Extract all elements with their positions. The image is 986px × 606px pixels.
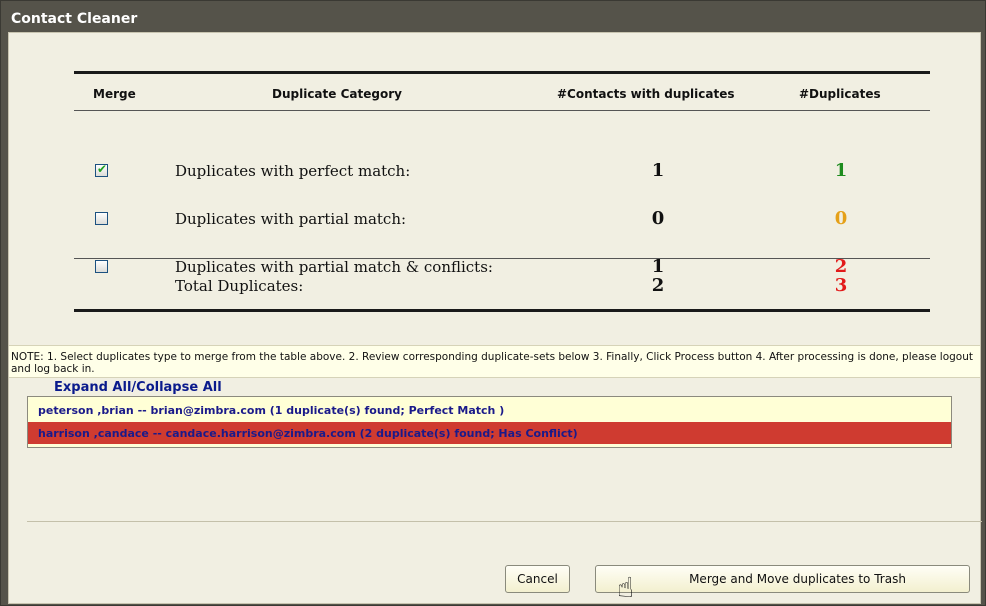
table-row-total: Total Duplicates: 2 3	[74, 267, 930, 307]
table-row-partial-match: Duplicates with partial match: 0 0	[74, 200, 930, 240]
header-category: Duplicate Category	[272, 87, 402, 101]
category-label: Duplicates with perfect match:	[175, 162, 411, 180]
merge-move-trash-button[interactable]: Merge and Move duplicates to Trash	[595, 565, 970, 593]
table-top-rule	[74, 71, 930, 74]
contacts-count: 0	[651, 208, 665, 229]
duplicate-set-row[interactable]: peterson ,brian -- brian@zimbra.com (1 d…	[28, 399, 951, 421]
hand-cursor-icon: ☝	[617, 571, 635, 604]
category-label: Duplicates with partial match:	[175, 210, 407, 228]
duplicate-set-row[interactable]: harrison ,candace -- candace.harrison@zi…	[28, 422, 951, 444]
header-duplicates: #Duplicates	[799, 87, 881, 101]
header-contacts: #Contacts with duplicates	[557, 87, 735, 101]
table-bottom-rule	[74, 309, 930, 312]
checkbox-tick-icon: ✔	[97, 162, 108, 176]
dialog-content: Merge Duplicate Category #Contacts with …	[8, 32, 982, 604]
merge-checkbox-perfect[interactable]: ✔	[95, 162, 108, 177]
cancel-button[interactable]: Cancel	[505, 565, 570, 593]
merge-checkbox-partial[interactable]	[95, 212, 108, 225]
contact-cleaner-window: Contact Cleaner Merge Duplicate Category…	[0, 0, 986, 606]
table-header-rule	[74, 110, 930, 111]
duplicates-count: 1	[834, 160, 848, 181]
footer-divider	[27, 521, 982, 522]
total-duplicates-count: 3	[834, 275, 848, 296]
duplicate-sets-list: peterson ,brian -- brian@zimbra.com (1 d…	[27, 396, 952, 448]
instructions-note: NOTE: 1. Select duplicates type to merge…	[9, 345, 980, 378]
total-contacts-count: 2	[651, 275, 665, 296]
expand-collapse-all-link[interactable]: Expand All/Collapse All	[54, 380, 222, 395]
duplicates-count: 0	[834, 208, 848, 229]
header-merge: Merge	[93, 87, 136, 101]
table-row-perfect-match: ✔ Duplicates with perfect match: 1 1	[74, 152, 930, 192]
total-label: Total Duplicates:	[175, 277, 304, 295]
contacts-count: 1	[651, 160, 665, 181]
table-total-rule	[74, 258, 930, 259]
window-title: Contact Cleaner	[11, 11, 138, 27]
